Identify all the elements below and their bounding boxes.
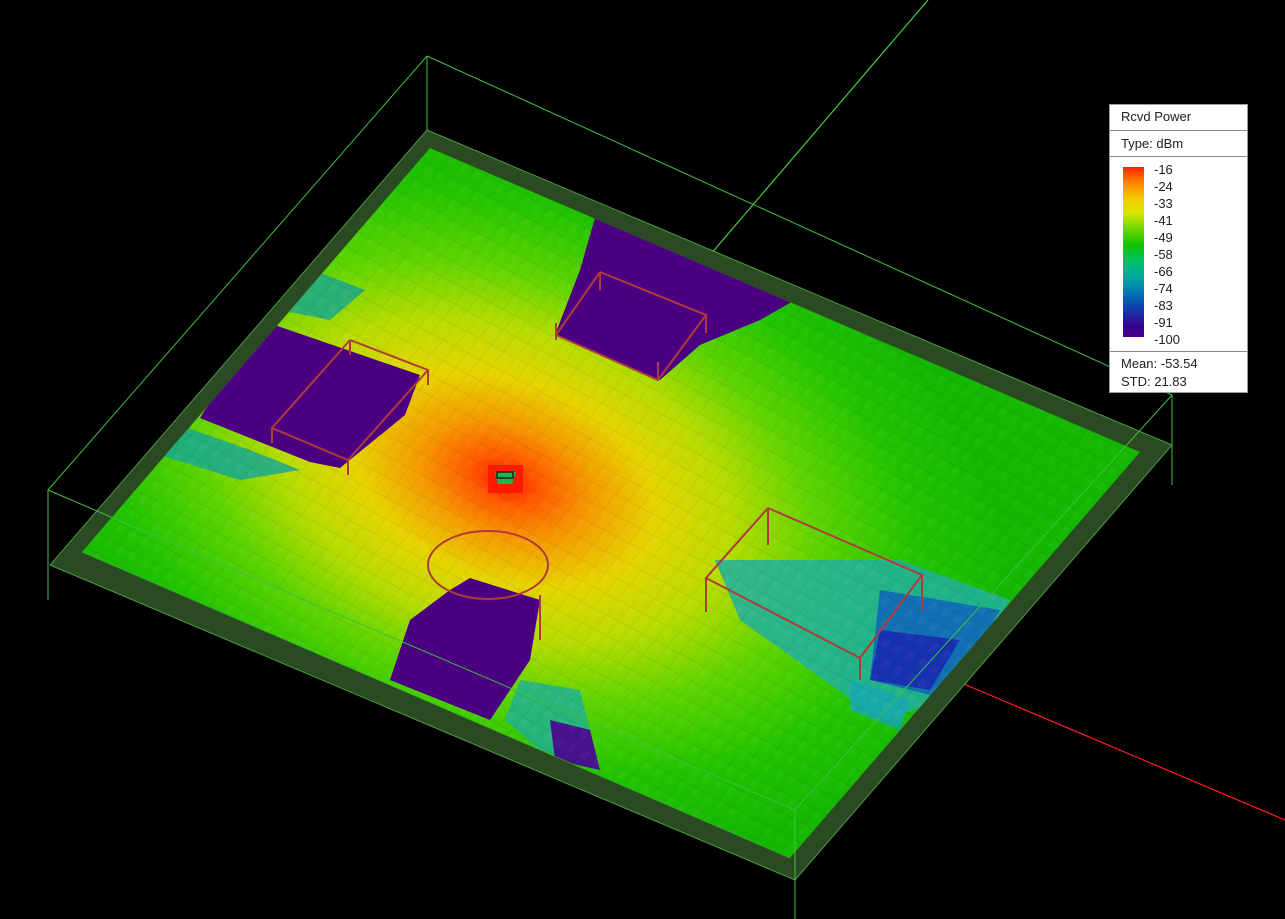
legend-mean: Mean: -53.54 <box>1121 356 1198 371</box>
legend-tick: -16 <box>1154 162 1173 177</box>
transmitter-icon[interactable] <box>488 465 523 493</box>
x-axis-line <box>944 675 1285 821</box>
legend-tick: -100 <box>1154 332 1181 347</box>
legend-tick: -83 <box>1154 298 1173 313</box>
coverage-floor <box>82 148 1140 858</box>
legend-tick: -74 <box>1154 281 1173 296</box>
legend-divider <box>1110 156 1247 157</box>
legend-tick: -49 <box>1154 230 1173 245</box>
legend-tick: -41 <box>1154 213 1173 228</box>
legend-divider <box>1110 130 1247 131</box>
legend-std: STD: 21.83 <box>1121 374 1187 389</box>
legend-tick: -58 <box>1154 247 1173 262</box>
legend-tick: -66 <box>1154 264 1173 279</box>
legend-colorbar <box>1123 167 1144 337</box>
y-axis-line <box>709 0 929 256</box>
legend-tick: -24 <box>1154 179 1173 194</box>
coverage-heatmap-scene[interactable] <box>0 0 1285 919</box>
legend-tick: -91 <box>1154 315 1173 330</box>
legend-tick: -33 <box>1154 196 1173 211</box>
legend-title: Rcvd Power <box>1121 109 1192 124</box>
legend-type-label: Type: dBm <box>1121 136 1184 151</box>
legend-divider <box>1110 351 1247 352</box>
color-legend: Rcvd Power Type: dBm -16 -24 -33 -41 -49… <box>1109 104 1248 393</box>
3d-viewport[interactable]: Rcvd Power Type: dBm -16 -24 -33 -41 -49… <box>0 0 1285 919</box>
